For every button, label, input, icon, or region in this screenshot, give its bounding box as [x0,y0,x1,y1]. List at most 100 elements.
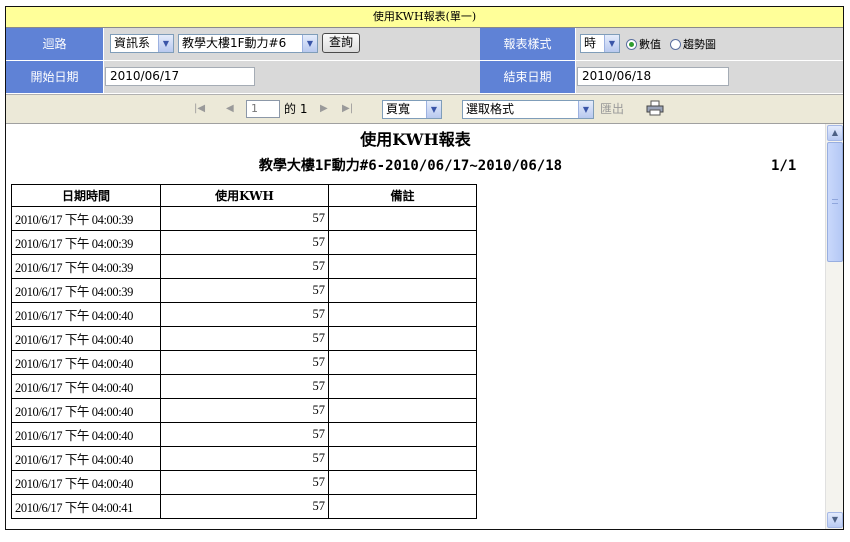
first-page-icon[interactable]: |◀ [194,101,205,117]
circuit-label: 迴路 [6,28,104,61]
cell-note [328,422,477,447]
table-row: 2010/6/17 下午 04:00:40 57 [11,398,477,423]
table-row: 2010/6/17 下午 04:00:39 57 [11,206,477,231]
cell-datetime: 2010/6/17 下午 04:00:40 [11,398,161,423]
end-date-label: 結束日期 [480,61,576,94]
cell-datetime: 2010/6/17 下午 04:00:40 [11,350,161,375]
scroll-thumb[interactable] [827,142,843,262]
report-content: 使用KWH報表 教學大樓1F動力#6-2010/06/17~2010/06/18… [6,124,825,529]
cell-datetime: 2010/6/17 下午 04:00:40 [11,374,161,399]
table-row: 2010/6/17 下午 04:00:40 57 [11,350,477,375]
column-header-note: 備註 [328,184,477,207]
cell-note [328,470,477,495]
export-format-select-value: 選取格式 [466,102,515,116]
chevron-down-icon: ▼ [158,35,173,52]
report-title: 使用KWH報表 [360,130,471,149]
interval-select[interactable]: 時 ▼ [580,34,620,53]
cell-datetime: 2010/6/17 下午 04:00:39 [11,206,161,231]
chevron-down-icon: ▼ [302,35,317,52]
scroll-down-icon[interactable]: ▼ [827,512,843,528]
report-subtitle: 教學大樓1F動力#6-2010/06/17~2010/06/18 [258,158,563,174]
next-page-icon[interactable]: ▶ [320,101,328,117]
meter-select[interactable]: 教學大樓1F動力#6 ▼ [178,34,318,53]
query-button[interactable]: 查詢 [322,33,360,53]
export-format-select[interactable]: 選取格式 ▼ [462,100,594,119]
cell-note [328,398,477,423]
column-header-kwh: 使用KWH [160,184,329,207]
cell-kwh: 57 [160,470,329,495]
cell-kwh: 57 [160,206,329,231]
kwh-table: 日期時間 使用KWH 備註 2010/6/17 下午 04:00:39 57 201… [11,184,477,519]
cell-note [328,374,477,399]
report-window: 使用KWH報表(單一) 迴路 資訊系 ▼ 教學大樓1F動力#6 ▼ 查詢 報表樣… [5,6,844,530]
radio-trend[interactable] [670,39,681,50]
table-row: 2010/6/17 下午 04:00:40 57 [11,302,477,327]
table-row: 2010/6/17 下午 04:00:39 57 [11,278,477,303]
cell-kwh: 57 [160,446,329,471]
print-icon[interactable] [646,100,664,120]
table-row: 2010/6/17 下午 04:00:39 57 [11,254,477,279]
cell-kwh: 57 [160,422,329,447]
chevron-down-icon: ▼ [604,35,619,52]
start-date-input[interactable]: 2010/06/17 [105,67,255,86]
cell-datetime: 2010/6/17 下午 04:00:39 [11,278,161,303]
department-select-value: 資訊系 [114,36,151,50]
cell-datetime: 2010/6/17 下午 04:00:39 [11,254,161,279]
report-viewer-toolbar: |◀ ◀ 1 的 1 ▶ ▶| 頁寬 ▼ 選取格式 ▼ 匯出 [6,94,843,124]
cell-datetime: 2010/6/17 下午 04:00:40 [11,302,161,327]
cell-note [328,254,477,279]
table-row: 2010/6/17 下午 04:00:40 57 [11,422,477,447]
cell-kwh: 57 [160,374,329,399]
page-of-text: 的 1 [284,102,308,116]
chevron-down-icon: ▼ [426,101,441,118]
cell-kwh: 57 [160,302,329,327]
zoom-select[interactable]: 頁寬 ▼ [382,100,442,119]
cell-kwh: 57 [160,254,329,279]
radio-numeric-label: 數值 [639,38,661,51]
cell-note [328,278,477,303]
meter-select-value: 教學大樓1F動力#6 [182,36,287,50]
table-row: 2010/6/17 下午 04:00:40 57 [11,470,477,495]
cell-kwh: 57 [160,398,329,423]
cell-note [328,350,477,375]
cell-note [328,446,477,471]
window-title: 使用KWH報表(單一) [6,7,843,28]
end-date-input[interactable]: 2010/06/18 [577,67,729,86]
cell-datetime: 2010/6/17 下午 04:00:41 [11,494,161,519]
page-number-input[interactable]: 1 [246,100,280,118]
vertical-scrollbar[interactable]: ▲ ▼ [825,124,843,529]
table-header-row: 日期時間 使用KWH 備註 [11,184,477,207]
cell-note [328,206,477,231]
cell-kwh: 57 [160,350,329,375]
cell-kwh: 57 [160,278,329,303]
end-date-cell: 2010/06/18 [576,61,843,94]
interval-select-value: 時 [584,36,597,50]
cell-note [328,230,477,255]
cell-note [328,302,477,327]
start-date-label: 開始日期 [6,61,104,94]
cell-kwh: 57 [160,494,329,519]
cell-datetime: 2010/6/17 下午 04:00:40 [11,326,161,351]
zoom-select-value: 頁寬 [386,102,411,116]
table-row: 2010/6/17 下午 04:00:39 57 [11,230,477,255]
last-page-icon[interactable]: ▶| [342,101,353,117]
cell-note [328,326,477,351]
report-page-indicator: 1/1 [771,158,797,174]
previous-page-icon[interactable]: ◀ [226,101,234,117]
cell-kwh: 57 [160,326,329,351]
report-style-controls: 時 ▼ 數值 趨勢圖 [576,28,843,61]
cell-note [328,494,477,519]
cell-datetime: 2010/6/17 下午 04:00:39 [11,230,161,255]
radio-numeric[interactable] [626,39,637,50]
cell-datetime: 2010/6/17 下午 04:00:40 [11,446,161,471]
circuit-controls: 資訊系 ▼ 教學大樓1F動力#6 ▼ 查詢 [104,28,480,61]
chevron-down-icon: ▼ [578,101,593,118]
cell-datetime: 2010/6/17 下午 04:00:40 [11,470,161,495]
scroll-up-icon[interactable]: ▲ [827,125,843,141]
department-select[interactable]: 資訊系 ▼ [110,34,174,53]
grip-icon [832,199,838,204]
table-row: 2010/6/17 下午 04:00:40 57 [11,374,477,399]
table-row: 2010/6/17 下午 04:00:40 57 [11,446,477,471]
cell-datetime: 2010/6/17 下午 04:00:40 [11,422,161,447]
export-link[interactable]: 匯出 [600,101,624,117]
